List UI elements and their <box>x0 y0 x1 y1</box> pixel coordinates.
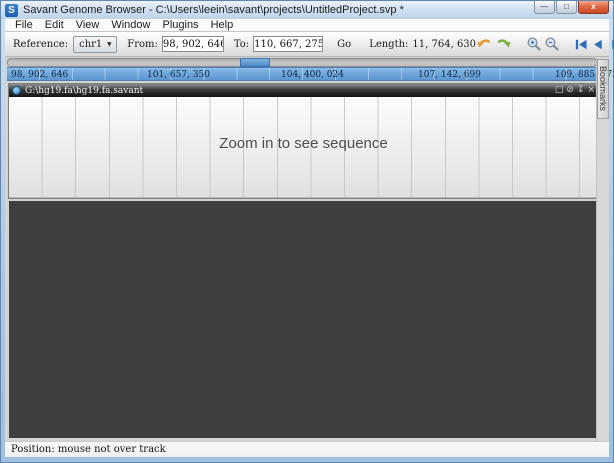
length-value: 11, 764, 630 <box>412 39 476 50</box>
length-label: Length: <box>369 39 408 50</box>
redo-icon[interactable] <box>496 36 512 53</box>
main-panel: 98, 902, 646 101, 657, 350 104, 400, 024… <box>5 57 609 441</box>
track-close-icon[interactable]: × <box>587 86 595 95</box>
app-window: S Savant Genome Browser - C:\Users\leein… <box>0 0 614 463</box>
to-input[interactable] <box>253 36 323 52</box>
chromosome-overview-bar[interactable] <box>7 58 597 67</box>
zoom-in-icon[interactable] <box>526 36 542 53</box>
track-title-bar[interactable]: G:\hg19.fa\hg19.fa.savant □ ⊘ ↧ × <box>9 84 598 97</box>
bookmarks-tab[interactable]: Bookmarks <box>597 59 609 119</box>
menu-file[interactable]: File <box>9 19 39 31</box>
right-dock-strip: Bookmarks <box>596 57 609 441</box>
menu-bar: File Edit View Window Plugins Help <box>5 19 609 32</box>
status-bar: Position: mouse not over track <box>5 441 609 457</box>
chevron-down-icon: ▼ <box>102 37 116 52</box>
menu-help[interactable]: Help <box>205 19 240 31</box>
close-button[interactable]: x <box>578 1 609 14</box>
track-icon <box>12 86 21 95</box>
menu-edit[interactable]: Edit <box>39 19 70 31</box>
mdi-background <box>9 201 596 438</box>
ruler-tick-label: 98, 902, 646 <box>11 70 68 80</box>
minimize-button[interactable]: — <box>534 1 555 14</box>
app-logo-icon: S <box>5 4 18 17</box>
zoom-hint-text: Zoom in to see sequence <box>9 135 598 152</box>
zoom-out-icon[interactable] <box>544 36 560 53</box>
track-pin-icon[interactable]: ↧ <box>577 86 585 95</box>
ruler-tick-label: 107, 142, 699 <box>418 70 481 80</box>
window-title: Savant Genome Browser - C:\Users\leein\s… <box>23 4 404 16</box>
sequence-track-frame: G:\hg19.fa\hg19.fa.savant □ ⊘ ↧ × Zoom i… <box>8 83 599 199</box>
track-detach-icon[interactable]: ⊘ <box>566 86 574 95</box>
navigation-toolbar: Reference: chr1 ▼ From: To: Go Length: 1… <box>5 32 609 57</box>
position-ruler[interactable]: 98, 902, 646 101, 657, 350 104, 400, 024… <box>7 67 599 81</box>
go-button[interactable]: Go <box>333 37 355 52</box>
maximize-button[interactable]: □ <box>556 1 577 14</box>
shift-left-icon[interactable] <box>591 36 606 53</box>
status-position-text: Position: mouse not over track <box>11 444 166 455</box>
track-frame-controls: □ ⊘ ↧ × <box>552 86 595 95</box>
title-bar[interactable]: S Savant Genome Browser - C:\Users\leein… <box>1 1 613 19</box>
sequence-track-canvas[interactable]: Zoom in to see sequence <box>9 97 598 198</box>
shift-right-icon[interactable] <box>608 36 614 53</box>
menu-view[interactable]: View <box>70 19 106 31</box>
ruler-tick-label: 101, 657, 350 <box>147 70 210 80</box>
to-label: To: <box>234 39 249 50</box>
bookmarks-tab-label: Bookmarks <box>598 66 608 111</box>
reference-selected-value: chr1 <box>74 39 102 50</box>
menu-plugins[interactable]: Plugins <box>156 19 204 31</box>
track-maximize-icon[interactable]: □ <box>555 86 564 95</box>
from-label: From: <box>127 39 158 50</box>
menu-window[interactable]: Window <box>105 19 156 31</box>
window-controls: — □ x <box>533 1 609 14</box>
track-title: G:\hg19.fa\hg19.fa.savant <box>25 86 552 96</box>
reference-label: Reference: <box>13 39 68 50</box>
reference-select[interactable]: chr1 ▼ <box>73 36 117 53</box>
from-input[interactable] <box>162 36 224 52</box>
ruler-tick-label: 104, 400, 024 <box>281 70 344 80</box>
undo-icon[interactable] <box>476 36 492 53</box>
shift-start-icon[interactable] <box>574 36 589 53</box>
range-selection-thumb[interactable] <box>240 58 270 67</box>
